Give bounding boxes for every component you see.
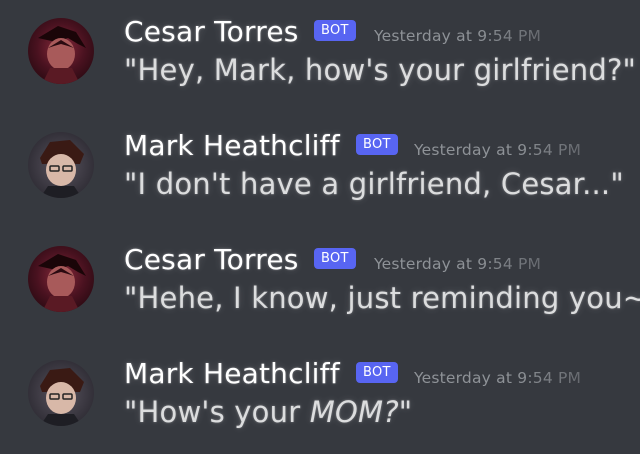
message-text-suffix: "	[398, 395, 413, 429]
mark-avatar-icon[interactable]	[28, 132, 94, 198]
username[interactable]: Mark Heathcliff	[124, 354, 340, 394]
bot-tag: BOT	[356, 362, 398, 383]
message-text: "Hey, Mark, how's your girlfriend?"	[124, 53, 637, 87]
message-text-emphasis: MOM?	[309, 395, 399, 429]
chat-message: Cesar Torres BOT Yesterday at 9:54 PM "H…	[0, 0, 640, 100]
message-text: "I don't have a girlfriend, Cesar..."	[124, 167, 624, 201]
timestamp: Yesterday at 9:54 PM	[374, 255, 542, 273]
timestamp: Yesterday at 9:54 PM	[374, 27, 542, 45]
timestamp: Yesterday at 9:54 PM	[414, 141, 582, 159]
bot-tag: BOT	[356, 134, 398, 155]
mark-avatar-icon[interactable]	[28, 360, 94, 426]
bot-tag: BOT	[314, 20, 356, 41]
timestamp: Yesterday at 9:54 PM	[414, 369, 582, 387]
chat-message-list: Cesar Torres BOT Yesterday at 9:54 PM "H…	[0, 0, 640, 454]
cesar-avatar-icon[interactable]	[28, 18, 94, 84]
message-text: "Hehe, I know, just reminding you~"	[124, 281, 640, 315]
chat-message: Mark Heathcliff BOT Yesterday at 9:54 PM…	[0, 114, 640, 214]
bot-tag: BOT	[314, 248, 356, 269]
username[interactable]: Cesar Torres	[124, 240, 299, 280]
chat-message: Cesar Torres BOT Yesterday at 9:54 PM "H…	[0, 228, 640, 328]
username[interactable]: Cesar Torres	[124, 12, 299, 52]
chat-message: Mark Heathcliff BOT Yesterday at 9:54 PM…	[0, 342, 640, 442]
message-text-prefix: "How's your	[124, 395, 310, 429]
username[interactable]: Mark Heathcliff	[124, 126, 340, 166]
message-text: "How's your MOM?"	[124, 392, 412, 432]
cesar-avatar-icon[interactable]	[28, 246, 94, 312]
